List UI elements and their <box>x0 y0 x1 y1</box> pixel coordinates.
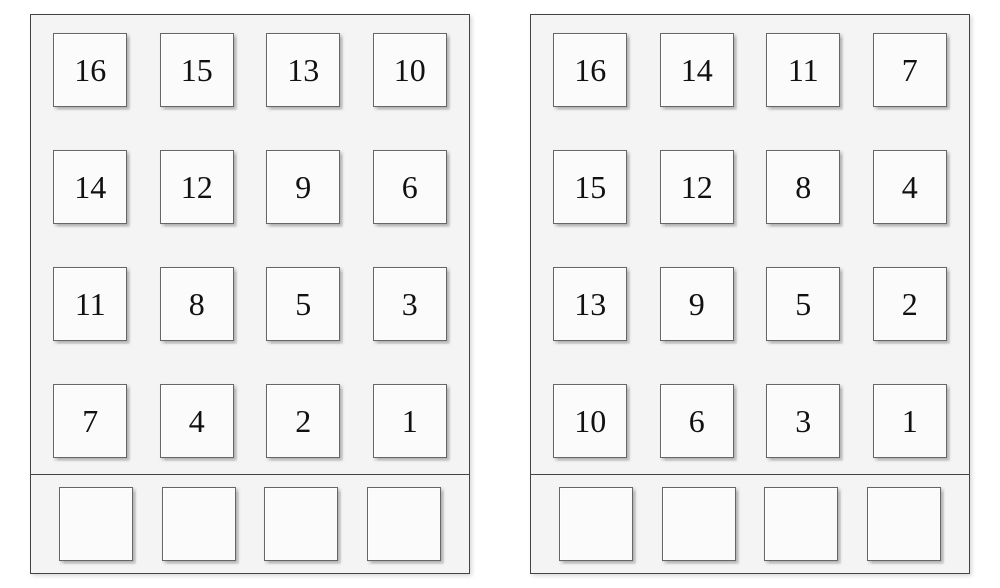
panel-left-cell-3-0: 7 <box>53 384 127 458</box>
cell-value: 8 <box>189 288 205 320</box>
diagram-stage: 16 15 13 10 14 12 9 6 11 8 5 3 7 4 2 1 1… <box>0 0 1000 588</box>
panel-left-empty-2 <box>264 487 338 561</box>
cell-value: 15 <box>574 171 606 203</box>
panel-left-cell-1-3: 6 <box>373 150 447 224</box>
panel-left-cell-1-1: 12 <box>160 150 234 224</box>
panel-right-cell-0-1: 14 <box>660 33 734 107</box>
panel-left-cell-0-0: 16 <box>53 33 127 107</box>
panel-left-empty-3 <box>367 487 441 561</box>
panel-left-cell-2-1: 8 <box>160 267 234 341</box>
cell-value: 15 <box>181 54 213 86</box>
cell-value: 13 <box>574 288 606 320</box>
panel-right-cell-3-3: 1 <box>873 384 947 458</box>
panel-left-cell-0-1: 15 <box>160 33 234 107</box>
cell-value: 9 <box>295 171 311 203</box>
cell-value: 4 <box>902 171 918 203</box>
cell-value: 11 <box>75 288 106 320</box>
panel-right-cell-0-2: 11 <box>766 33 840 107</box>
cell-value: 10 <box>394 54 426 86</box>
cell-value: 1 <box>902 405 918 437</box>
cell-value: 16 <box>74 54 106 86</box>
cell-value: 11 <box>788 54 819 86</box>
panel-right-cell-3-2: 3 <box>766 384 840 458</box>
panel-right-cell-2-0: 13 <box>553 267 627 341</box>
panel-right-cell-3-1: 6 <box>660 384 734 458</box>
panel-left-cell-3-3: 1 <box>373 384 447 458</box>
panel-right-cell-1-1: 12 <box>660 150 734 224</box>
cell-value: 6 <box>689 405 705 437</box>
panel-left-cell-1-0: 14 <box>53 150 127 224</box>
cell-value: 5 <box>795 288 811 320</box>
panel-right-cell-3-0: 10 <box>553 384 627 458</box>
panel-right: 16 14 11 7 15 12 8 4 13 9 5 2 10 6 3 1 <box>530 14 970 574</box>
cell-value: 3 <box>402 288 418 320</box>
panel-left-empty-0 <box>59 487 133 561</box>
cell-value: 10 <box>574 405 606 437</box>
panel-left-empty-1 <box>162 487 236 561</box>
panel-left-cell-2-0: 11 <box>53 267 127 341</box>
cell-value: 4 <box>189 405 205 437</box>
panel-right-cell-1-3: 4 <box>873 150 947 224</box>
panel-right-cell-1-0: 15 <box>553 150 627 224</box>
panel-left-cell-1-2: 9 <box>266 150 340 224</box>
cell-value: 5 <box>295 288 311 320</box>
cell-value: 14 <box>74 171 106 203</box>
cell-value: 14 <box>681 54 713 86</box>
panel-right-empty-3 <box>867 487 941 561</box>
panel-right-grid: 16 14 11 7 15 12 8 4 13 9 5 2 10 6 3 1 <box>551 27 949 463</box>
panel-right-cell-1-2: 8 <box>766 150 840 224</box>
cell-value: 2 <box>902 288 918 320</box>
panel-right-cell-2-2: 5 <box>766 267 840 341</box>
cell-value: 8 <box>795 171 811 203</box>
cell-value: 1 <box>402 405 418 437</box>
panel-left-cell-0-2: 13 <box>266 33 340 107</box>
cell-value: 16 <box>574 54 606 86</box>
cell-value: 7 <box>82 405 98 437</box>
panel-right-empty-1 <box>662 487 736 561</box>
panel-right-empty-2 <box>764 487 838 561</box>
panel-left: 16 15 13 10 14 12 9 6 11 8 5 3 7 4 2 1 <box>30 14 470 574</box>
cell-value: 13 <box>287 54 319 86</box>
panel-right-cell-0-0: 16 <box>553 33 627 107</box>
cell-value: 6 <box>402 171 418 203</box>
cell-value: 9 <box>689 288 705 320</box>
panel-left-cell-0-3: 10 <box>373 33 447 107</box>
panel-right-empty-0 <box>559 487 633 561</box>
panel-right-bottom <box>530 474 970 574</box>
panel-left-cell-2-2: 5 <box>266 267 340 341</box>
panel-right-cell-2-1: 9 <box>660 267 734 341</box>
panel-right-cell-0-3: 7 <box>873 33 947 107</box>
cell-value: 2 <box>295 405 311 437</box>
cell-value: 12 <box>181 171 213 203</box>
panel-left-cell-2-3: 3 <box>373 267 447 341</box>
cell-value: 7 <box>902 54 918 86</box>
panel-left-grid: 16 15 13 10 14 12 9 6 11 8 5 3 7 4 2 1 <box>51 27 449 463</box>
panel-left-cell-3-1: 4 <box>160 384 234 458</box>
cell-value: 3 <box>795 405 811 437</box>
panel-left-bottom <box>30 474 470 574</box>
panel-right-cell-2-3: 2 <box>873 267 947 341</box>
panel-left-cell-3-2: 2 <box>266 384 340 458</box>
cell-value: 12 <box>681 171 713 203</box>
